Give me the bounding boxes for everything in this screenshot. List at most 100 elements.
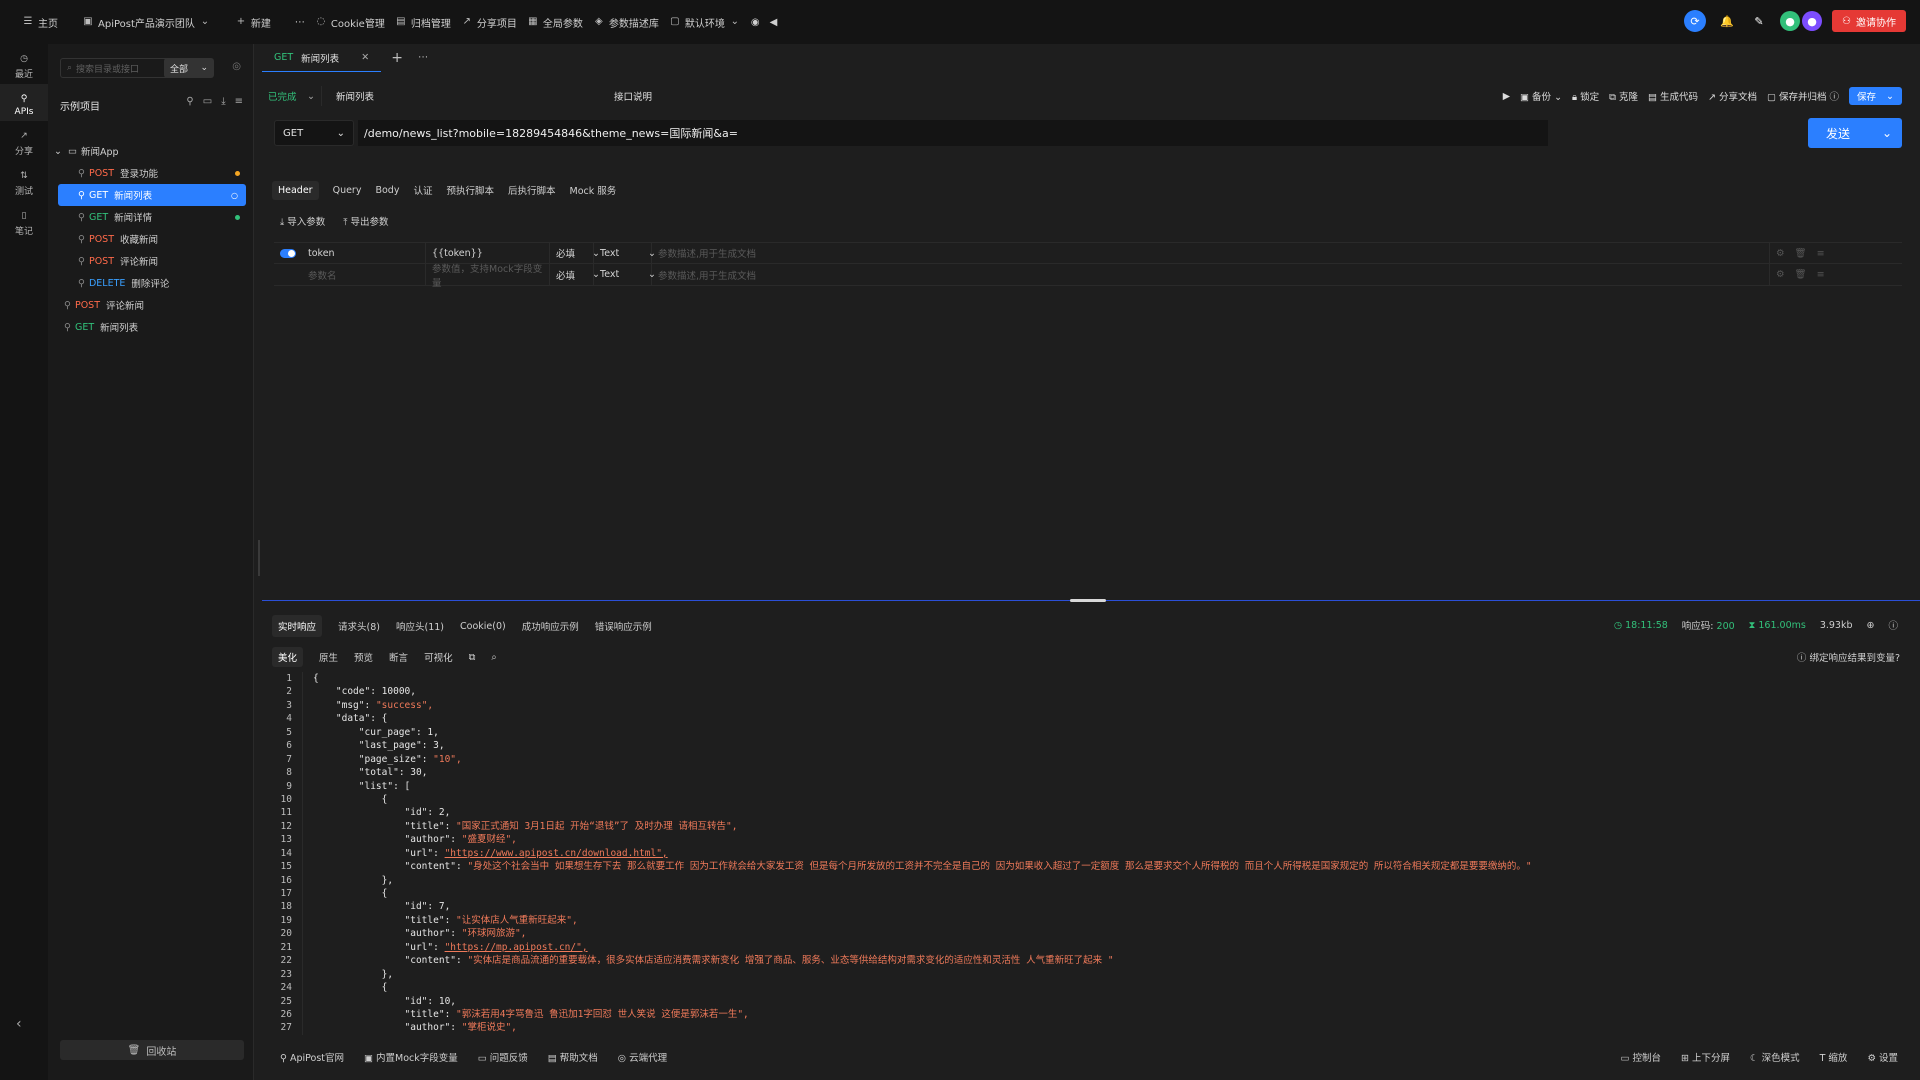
tab-header[interactable]: Header xyxy=(272,180,319,200)
tree-folder[interactable]: ⌄ ▭ 新闻App xyxy=(48,140,254,162)
help-link[interactable]: ▤ 帮助文档 xyxy=(548,1050,598,1064)
search-input[interactable]: ⌕ 搜索目录或接口 xyxy=(60,58,172,78)
recycle-bin-button[interactable]: 🗑 回收站 xyxy=(60,1040,244,1060)
tab-news-list[interactable]: GET 新闻列表 ✕ xyxy=(262,44,382,72)
clone-button[interactable]: ⧉ 克隆 xyxy=(1609,89,1638,103)
tab-auth[interactable]: 认证 xyxy=(413,183,432,197)
notes-icon[interactable]: ✎ xyxy=(1748,10,1770,32)
bell-icon[interactable]: 🔔 xyxy=(1716,10,1738,32)
tab-error-example[interactable]: 错误响应示例 xyxy=(595,619,652,633)
share-doc-button[interactable]: ↗ 分享文档 xyxy=(1708,89,1757,103)
import-params-button[interactable]: ⤓ 导入参数 xyxy=(280,214,325,228)
tree-item[interactable]: ⚲ POST 评论新闻 xyxy=(48,294,254,316)
enable-toggle[interactable] xyxy=(274,242,302,264)
invite-button[interactable]: ⚇ 邀请协作 xyxy=(1832,10,1906,32)
split-button[interactable]: ⊞ 上下分屏 xyxy=(1681,1050,1730,1064)
param-name-input[interactable]: 参数名 xyxy=(302,263,426,286)
avatar[interactable]: ● xyxy=(1802,11,1823,31)
feedback-link[interactable]: ▭ 问题反馈 xyxy=(478,1050,528,1064)
archive-button[interactable]: ▤ 归档管理 xyxy=(395,15,451,30)
api-desc-button[interactable]: 接口说明 xyxy=(614,89,652,103)
new-button[interactable]: + 新建 xyxy=(235,15,271,30)
tree-item[interactable]: ⚲ POST 登录功能 xyxy=(48,162,254,184)
url-input[interactable]: /demo/news_list?mobile=18289454846&theme… xyxy=(358,120,1548,146)
close-icon[interactable]: ✕ xyxy=(361,52,369,63)
tab-live-response[interactable]: 实时响应 xyxy=(272,615,323,637)
info-icon[interactable]: ⓘ xyxy=(1888,618,1898,632)
tab-mock[interactable]: Mock 服务 xyxy=(570,183,617,197)
env-selector[interactable]: ▢ 默认环境 ⌄ xyxy=(669,15,741,30)
add-folder-icon[interactable]: ▭ xyxy=(203,96,212,107)
run-icon[interactable]: ▶ xyxy=(1503,91,1510,102)
required-select[interactable]: 必填 xyxy=(550,242,586,264)
add-api-icon[interactable]: ⚲ xyxy=(186,96,193,107)
response-code-view[interactable]: 1{2 "code": 10000, 3 "msg": "success", 4 "… xyxy=(262,672,1902,1080)
tree-item[interactable]: ⚲ POST 收藏新闻 xyxy=(48,228,254,250)
website-link[interactable]: ⚲ ApiPost官网 xyxy=(280,1050,344,1064)
tab-pretty[interactable]: 美化 xyxy=(272,647,304,667)
tab-assert[interactable]: 断言 xyxy=(389,650,408,664)
status-select[interactable]: 已完成 ⌄ xyxy=(262,86,322,106)
search-icon[interactable]: ⌕ xyxy=(491,652,496,663)
share-project-button[interactable]: ↗ 分享项目 xyxy=(461,15,517,30)
dark-mode-button[interactable]: ☾ 深色模式 xyxy=(1750,1050,1800,1064)
save-button[interactable]: 保存 ⌄ xyxy=(1849,87,1902,105)
rail-item-apis[interactable]: ⚲ APIs xyxy=(0,84,48,121)
copy-icon[interactable]: ⧉ xyxy=(469,652,476,663)
send-button[interactable]: 发送 ⌄ xyxy=(1808,118,1902,148)
more-icon[interactable]: ⋯ xyxy=(295,17,305,28)
rail-item-test[interactable]: ⇅ 测试 xyxy=(0,161,48,201)
method-select[interactable]: GET ⌄ xyxy=(274,120,354,146)
gen-code-button[interactable]: ▤ 生成代码 xyxy=(1648,89,1698,103)
drag-icon[interactable]: ≡ xyxy=(1817,248,1825,259)
eye-icon[interactable]: ◉ xyxy=(751,17,760,28)
tree-item[interactable]: ⚲ POST 评论新闻 xyxy=(48,250,254,272)
rail-item-recent[interactable]: ◷ 最近 xyxy=(0,44,48,84)
gear-icon[interactable]: ⚙ xyxy=(1776,248,1785,259)
tab-pre-script[interactable]: 预执行脚本 xyxy=(446,183,494,197)
param-name-input[interactable]: token xyxy=(302,242,426,264)
backup-button[interactable]: ▣ 备份 ⌄ xyxy=(1520,89,1562,103)
type-select[interactable]: Text xyxy=(594,242,642,264)
avatar[interactable]: ● xyxy=(1780,11,1801,31)
gear-icon[interactable]: ⚙ xyxy=(1776,269,1785,280)
required-select[interactable]: 必填 xyxy=(550,264,586,286)
drag-icon[interactable]: ≡ xyxy=(1817,269,1825,280)
rail-item-notes[interactable]: ▯ 笔记 xyxy=(0,201,48,241)
globe-icon[interactable]: ⊕ xyxy=(1867,620,1875,631)
tab-body[interactable]: Body xyxy=(375,185,399,196)
scope-select[interactable]: 全部 ⌄ xyxy=(164,58,214,78)
sidebar-resize-handle[interactable] xyxy=(258,540,260,576)
tree-item[interactable]: ⚲ GET 新闻列表 ○ xyxy=(58,184,246,206)
cookie-manager-button[interactable]: ◌ Cookie管理 xyxy=(315,15,385,30)
settings-button[interactable]: ⚙ 设置 xyxy=(1867,1050,1898,1064)
param-desc-input[interactable]: 参数描述,用于生成文档 xyxy=(652,242,1770,264)
tab-visualize[interactable]: 可视化 xyxy=(424,650,453,664)
tree-item[interactable]: ⚲ GET 新闻详情 xyxy=(48,206,254,228)
api-name-input[interactable]: 新闻列表 xyxy=(330,86,590,106)
param-desc-button[interactable]: ◈ 参数描述库 xyxy=(593,15,659,30)
sort-icon[interactable]: ≡ xyxy=(235,96,243,107)
tab-cookie[interactable]: Cookie(0) xyxy=(460,621,506,632)
param-desc-input[interactable]: 参数描述,用于生成文档 xyxy=(652,263,1770,286)
import-icon[interactable]: ⤓ xyxy=(221,96,225,107)
console-button[interactable]: ▭ 控制台 xyxy=(1621,1050,1662,1064)
tab-post-script[interactable]: 后执行脚本 xyxy=(508,183,556,197)
tab-preview[interactable]: 预览 xyxy=(354,650,373,664)
param-value-input[interactable]: 参数值，支持Mock字段变量 xyxy=(426,263,550,289)
save-archive-button[interactable]: ▢ 保存并归档 ⓘ xyxy=(1767,89,1839,103)
collapse-sidebar-icon[interactable]: ‹ xyxy=(16,1016,22,1032)
tree-item[interactable]: ⚲ GET 新闻列表 xyxy=(48,316,254,338)
panel-resize-handle[interactable] xyxy=(1070,599,1106,602)
home-button[interactable]: ☰ 主页 xyxy=(22,15,58,30)
tab-request-headers[interactable]: 请求头(8) xyxy=(338,619,380,633)
tab-query[interactable]: Query xyxy=(333,185,362,196)
mock-vars-link[interactable]: ▣ 内置Mock字段变量 xyxy=(364,1050,458,1064)
cloud-proxy-link[interactable]: ◎ 云端代理 xyxy=(618,1050,667,1064)
tab-success-example[interactable]: 成功响应示例 xyxy=(522,619,579,633)
bind-var-button[interactable]: ⓘ 绑定响应结果到变量? xyxy=(1797,650,1900,664)
add-tab-icon[interactable]: + xyxy=(391,51,403,65)
filter-icon[interactable]: ◎ xyxy=(232,61,241,72)
tab-response-headers[interactable]: 响应头(11) xyxy=(396,619,444,633)
export-params-button[interactable]: ⤒ 导出参数 xyxy=(343,214,388,228)
